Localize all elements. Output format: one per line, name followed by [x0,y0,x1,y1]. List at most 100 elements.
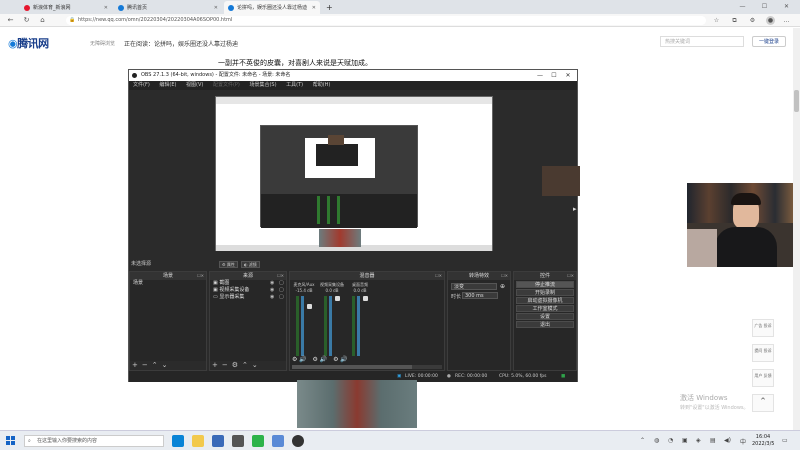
browser-tab-qq-home[interactable]: 腾讯首页 ✕ [114,1,222,14]
menu-scene-collection[interactable]: 场景集合(S) [249,82,276,88]
dock-close-icon[interactable]: ☐✕ [567,272,574,280]
scrollbar-thumb[interactable] [794,90,799,112]
transition-select[interactable]: 淡变 [451,283,497,290]
menu-view[interactable]: 视图(V) [186,82,203,88]
volume-fader[interactable] [335,296,340,356]
ime-icon[interactable]: 中 [740,437,746,446]
stop-streaming-button[interactable]: 停止推流 [516,281,574,288]
favorites-icon[interactable]: ☆ [712,16,721,25]
profile-avatar-icon[interactable]: ● [766,16,775,25]
tray-app-icon[interactable]: ◔ [668,437,673,444]
accessibility-link[interactable]: 无障碍浏览 [90,40,115,47]
windows-start-icon[interactable] [6,436,16,446]
fader-knob[interactable] [335,296,340,301]
obs-maximize-icon[interactable]: ☐ [547,70,561,81]
volume-fader[interactable] [307,296,312,356]
filters-button[interactable]: ◐ 滤镜 [241,261,260,268]
channel-settings-icon[interactable]: ⚙ [313,356,318,363]
tray-app-icon[interactable]: ◍ [654,437,659,444]
move-down-icon[interactable]: ⌄ [252,361,258,369]
page-scrollbar[interactable] [793,28,800,430]
fader-knob[interactable] [363,296,368,301]
tencent-logo[interactable]: ◉腾讯网 [8,35,49,51]
app-icon[interactable] [232,435,244,447]
menu-file[interactable]: 文件(F) [133,82,150,88]
channel-settings-icon[interactable]: ⚙ [333,356,338,363]
scrollbar-thumb[interactable] [292,365,412,369]
extensions-icon[interactable]: ⚙ [748,16,757,25]
move-up-icon[interactable]: ⌃ [152,361,158,369]
dock-close-icon[interactable]: ☐✕ [197,272,204,280]
site-search-input[interactable]: 热搜关键词 [660,36,744,47]
menu-help[interactable]: 帮助(H) [313,82,331,88]
obs-preview-canvas[interactable]: ▸ [129,90,580,260]
maximize-icon[interactable]: ☐ [760,2,769,11]
obs-close-icon[interactable]: ✕ [561,70,575,81]
move-up-icon[interactable]: ⌃ [242,361,248,369]
move-down-icon[interactable]: ⌄ [162,361,168,369]
lock-icon[interactable]: ▢ [279,287,284,294]
properties-button[interactable]: ⚙ 属性 [219,261,238,268]
dock-close-icon[interactable]: ☐✕ [435,272,442,280]
obs-app-icon[interactable] [292,435,304,447]
file-explorer-icon[interactable] [192,435,204,447]
obs-minimize-icon[interactable]: — [533,70,547,81]
feedback-button[interactable]: 用户 反馈 [752,369,774,387]
wechat-icon[interactable] [252,435,264,447]
close-window-icon[interactable]: ✕ [782,2,791,11]
browser-tab-article[interactable]: 论拼吗，娱乐圈还没人靠过杨迪 ✕ [224,1,320,14]
remove-source-icon[interactable]: − [222,361,228,369]
tray-app-icon[interactable]: ◈ [696,437,701,444]
speaker-icon[interactable]: 🔊 [320,356,327,363]
dock-close-icon[interactable]: ☐✕ [501,272,508,280]
question-button[interactable]: 提问 投诉 [752,344,774,362]
network-icon[interactable]: ▤ [710,437,716,444]
visibility-eye-icon[interactable]: ◉ [270,294,274,301]
tray-expand-icon[interactable]: ⌃ [640,437,645,444]
taskbar-search-input[interactable]: ⌕ 在这里输入你要搜索的内容 [24,435,164,447]
back-to-top-icon[interactable]: ⌃ [752,394,774,412]
duration-input[interactable]: 300 ms [462,292,498,299]
fader-knob[interactable] [307,304,312,309]
menu-tools[interactable]: 工具(T) [286,82,303,88]
dock-close-icon[interactable]: ☐✕ [277,272,284,280]
volume-icon[interactable]: ◀) [724,437,731,444]
menu-profile[interactable]: 配置文件(P) [213,82,240,88]
source-settings-icon[interactable]: ⚙ [232,361,238,369]
notification-icon[interactable]: ▭ [782,437,788,444]
remove-scene-icon[interactable]: − [142,361,148,369]
more-menu-icon[interactable]: … [782,16,791,25]
volume-fader[interactable] [363,296,368,356]
refresh-icon[interactable]: ↻ [22,16,31,25]
close-tab-icon[interactable]: ✕ [100,5,108,11]
report-ad-button[interactable]: 广告 投诉 [752,319,774,337]
speaker-icon[interactable]: 🔊 [299,356,306,363]
source-item[interactable]: ▣ 截图 ◉ ▢ [210,280,286,287]
source-item[interactable]: ▭ 显示器采集 ◉ ▢ [210,294,286,301]
channel-settings-icon[interactable]: ⚙ [292,356,297,363]
settings-button[interactable]: 设置 [516,313,574,320]
scene-item[interactable]: 场景 [130,280,206,287]
back-icon[interactable]: ← [6,16,15,25]
menu-edit[interactable]: 编辑(E) [159,82,176,88]
tray-app-icon[interactable]: ▣ [682,437,688,444]
add-scene-icon[interactable]: + [132,361,138,369]
login-button[interactable]: 一键登录 [752,36,786,47]
browser-tab-sina[interactable]: 新浪体育_新浪网 ✕ [20,1,112,14]
collections-icon[interactable]: ⧉ [730,16,739,25]
new-tab-button[interactable]: + [322,1,334,14]
transition-add-icon[interactable]: ⊕ [500,283,505,290]
lock-icon[interactable]: ▢ [279,280,284,287]
mixer-scrollbar[interactable] [292,365,442,369]
minimize-icon[interactable]: — [738,2,747,11]
exit-button[interactable]: 退出 [516,321,574,328]
visibility-eye-icon[interactable]: ◉ [270,280,274,287]
taskbar-clock[interactable]: 16:04 2022/3/5 [752,434,774,448]
edge-app-icon[interactable] [172,435,184,447]
home-icon[interactable]: ⌂ [38,16,47,25]
lock-icon[interactable]: ▢ [279,294,284,301]
app-icon[interactable] [272,435,284,447]
start-recording-button[interactable]: 开始录制 [516,289,574,296]
studio-mode-button[interactable]: 工作室模式 [516,305,574,312]
start-virtual-camera-button[interactable]: 启动虚拟摄像机 [516,297,574,304]
